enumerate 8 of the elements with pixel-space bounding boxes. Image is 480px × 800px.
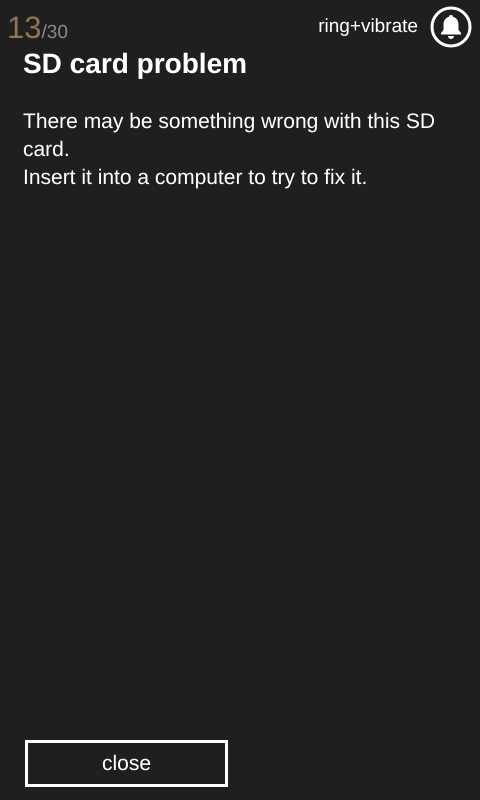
message-text: There may be something wrong with this SD card. (23, 109, 436, 163)
volume-level: 13 (7, 12, 42, 42)
ringer-mode: ring+vibrate (318, 14, 418, 39)
message-text: Insert it into a computer to try to fix it. (23, 165, 368, 191)
close-button[interactable]: close (25, 740, 228, 787)
dialog-title: SD card problem (23, 50, 248, 78)
volume-max: /30 (41, 22, 68, 42)
bell-icon[interactable] (430, 6, 472, 48)
